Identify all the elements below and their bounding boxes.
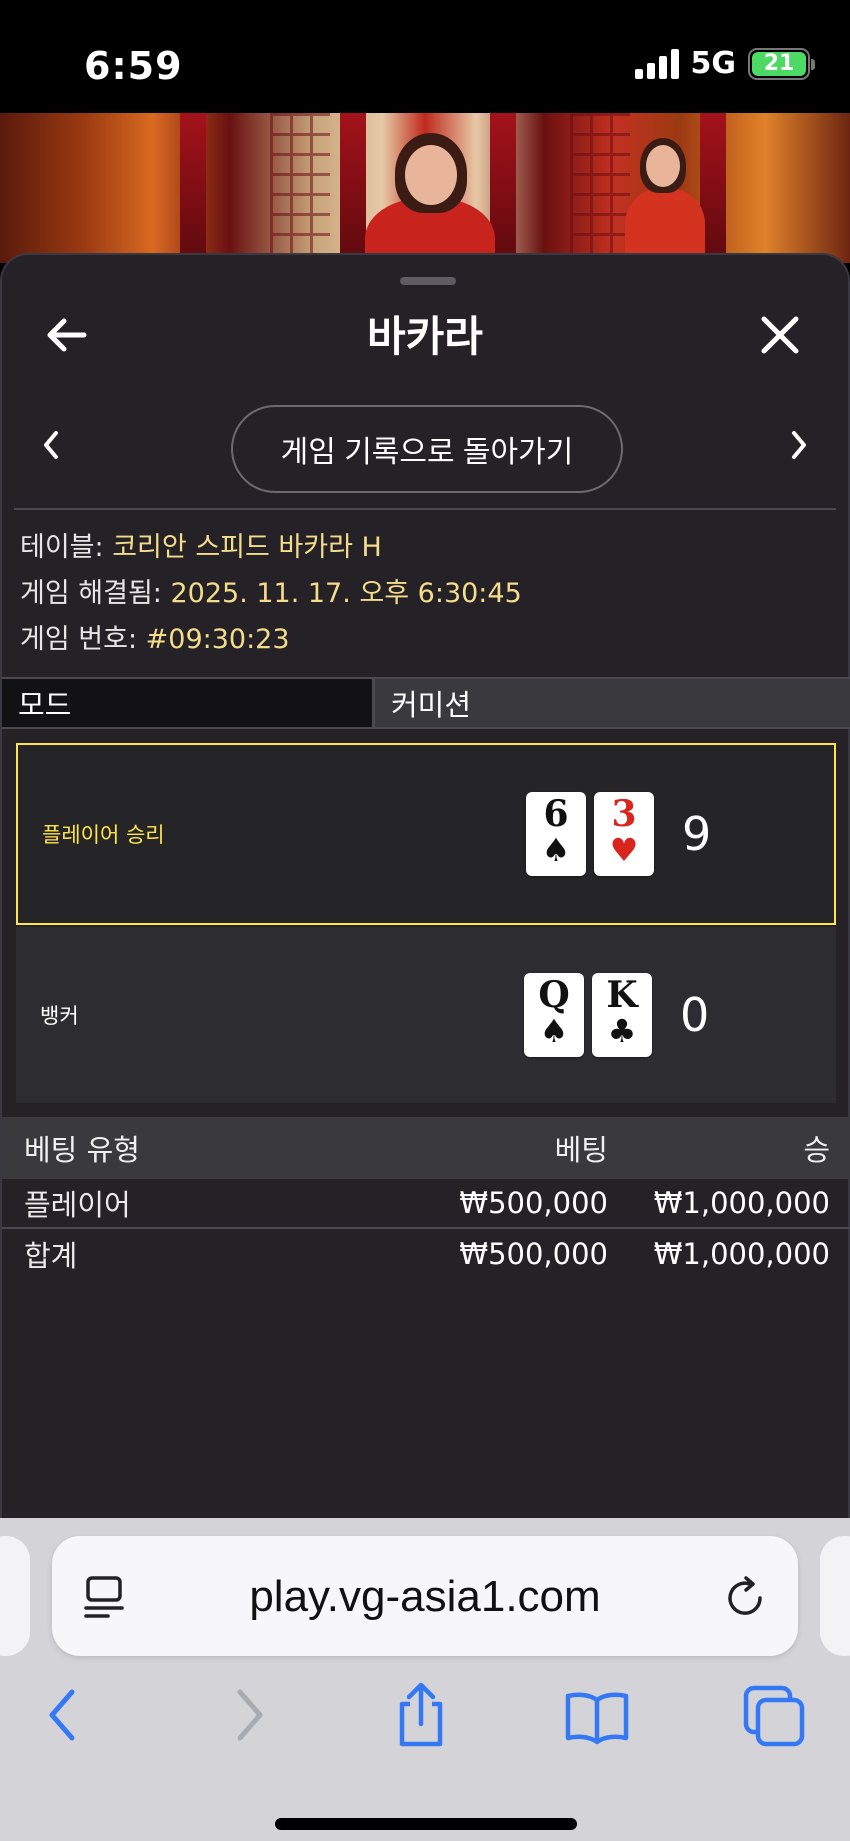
back-to-history-button[interactable]: 게임 기록으로 돌아가기 (231, 405, 623, 493)
player-cards: 6 ♠ 3 ♥ (526, 792, 654, 876)
bets-table: 베팅 유형 베팅 승 플레이어 ₩500,000 ₩1,000,000 합계 ₩… (2, 1117, 850, 1279)
resolved-label: 게임 해결됨: (20, 578, 162, 609)
tab-mode[interactable]: 모드 (2, 679, 372, 727)
tab-commission[interactable]: 커미션 (372, 679, 850, 727)
playing-card: Q ♠ (524, 973, 584, 1057)
total-bet-amount: ₩500,000 (459, 1237, 608, 1271)
battery-level: 21 (752, 51, 806, 76)
card-rank: Q (538, 974, 570, 1016)
share-icon[interactable] (386, 1680, 456, 1750)
status-indicators: 5G 21 (634, 46, 815, 81)
status-time: 6:59 (84, 44, 183, 88)
banker-score: 0 (680, 988, 710, 1042)
card-rank: 3 (611, 793, 637, 835)
spade-icon: ♠ (541, 831, 571, 869)
resolved-info-line: 게임 해결됨: 2025. 11. 17. 오후 6:30:45 (20, 571, 522, 617)
player-score: 9 (682, 807, 712, 861)
playing-card: K ♣ (592, 973, 652, 1057)
total-row: 합계 ₩500,000 ₩1,000,000 (2, 1229, 850, 1279)
table-info-line: 테이블: 코리안 스피드 바카라 H (20, 525, 522, 571)
game-results: 플레이어 승리 6 ♠ 3 ♥ 9 뱅커 Q ♠ K ♣ 0 (16, 743, 836, 1103)
spade-icon: ♠ (539, 1012, 569, 1050)
close-icon[interactable] (752, 307, 808, 363)
bookmarks-icon[interactable] (562, 1680, 632, 1750)
cellular-signal-icon (634, 48, 679, 79)
banker-result-label: 뱅커 (40, 1004, 79, 1028)
bets-table-header: 베팅 유형 베팅 승 (2, 1117, 850, 1179)
bet-type-cell: 플레이어 (24, 1188, 131, 1222)
divider (14, 508, 836, 510)
status-bar: 6:59 5G 21 (0, 0, 850, 113)
total-label: 합계 (24, 1239, 78, 1273)
address-bar[interactable]: play.vg-asia1.com (52, 1536, 798, 1656)
next-tab-preview[interactable] (820, 1536, 850, 1656)
resolved-value: 2025. 11. 17. 오후 6:30:45 (170, 578, 522, 609)
bet-amount-header: 베팅 (554, 1133, 608, 1167)
win-amount-cell: ₩1,000,000 (653, 1186, 830, 1220)
banker-cards: Q ♠ K ♣ (524, 973, 652, 1057)
table-label: 테이블: (20, 532, 104, 563)
next-game-chevron-icon[interactable] (784, 425, 814, 465)
game-detail-sheet: 바카라 게임 기록으로 돌아가기 테이블: 코리안 스피드 바카라 H 게임 해… (0, 253, 850, 1518)
tabs-icon[interactable] (740, 1680, 810, 1750)
reload-icon[interactable] (722, 1574, 768, 1620)
game-number-label: 게임 번호: (20, 624, 138, 655)
win-amount-header: 승 (803, 1133, 830, 1167)
browser-forward-icon[interactable] (212, 1680, 282, 1750)
club-icon: ♣ (607, 1012, 637, 1050)
player-result-label: 플레이어 승리 (42, 823, 165, 847)
card-rank: K (606, 974, 638, 1016)
battery-icon: 21 (748, 47, 815, 80)
table-row: 플레이어 ₩500,000 ₩1,000,000 (2, 1179, 850, 1229)
browser-back-icon[interactable] (30, 1680, 100, 1750)
url-text[interactable]: play.vg-asia1.com (52, 1572, 798, 1622)
banker-result-row: 뱅커 Q ♠ K ♣ 0 (16, 927, 836, 1103)
player-result-row: 플레이어 승리 6 ♠ 3 ♥ 9 (16, 743, 836, 925)
browser-toolbar: play.vg-asia1.com (0, 1518, 850, 1841)
network-type: 5G (690, 46, 737, 81)
previous-tab-preview[interactable] (0, 1536, 30, 1656)
previous-game-chevron-icon[interactable] (36, 425, 66, 465)
game-number-line: 게임 번호: #09:30:23 (20, 617, 522, 663)
heart-icon: ♥ (609, 831, 639, 869)
sheet-grabber[interactable] (400, 277, 456, 285)
bet-amount-cell: ₩500,000 (459, 1186, 608, 1220)
game-number-value: #09:30:23 (145, 624, 290, 655)
game-info: 테이블: 코리안 스피드 바카라 H 게임 해결됨: 2025. 11. 17.… (20, 525, 522, 663)
mode-tabs: 모드 커미션 (2, 677, 850, 729)
playing-card: 6 ♠ (526, 792, 586, 876)
total-win-amount: ₩1,000,000 (653, 1237, 830, 1271)
playing-card: 3 ♥ (594, 792, 654, 876)
bet-type-header: 베팅 유형 (24, 1133, 140, 1167)
home-indicator[interactable] (275, 1818, 577, 1830)
live-video-backdrop (0, 113, 850, 263)
table-value: 코리안 스피드 바카라 H (112, 532, 382, 563)
page-title: 바카라 (367, 312, 483, 361)
card-rank: 6 (543, 793, 569, 835)
